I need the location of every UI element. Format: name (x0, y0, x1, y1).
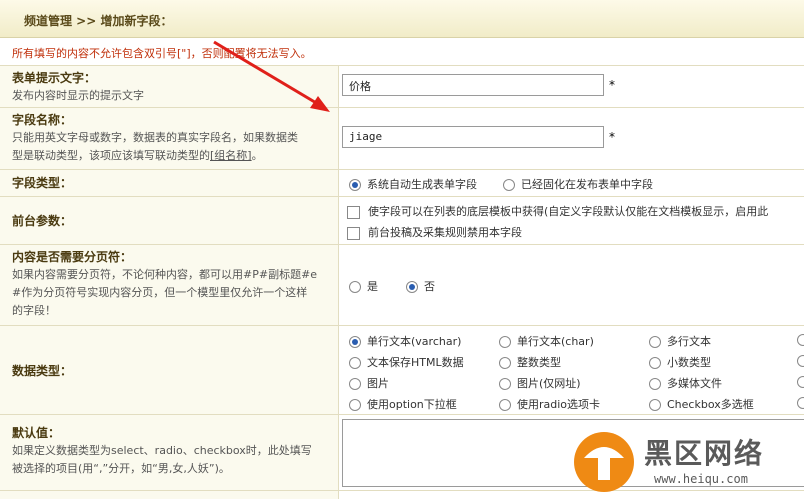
watermark-logo: 黑区网络 www.heiqu.com (570, 428, 804, 496)
watermark-text: 黑区网络 (644, 437, 765, 470)
watermark-url: www.heiqu.com (654, 472, 748, 486)
annotation-arrow (213, 40, 330, 112)
mushroom-icon (574, 432, 634, 492)
